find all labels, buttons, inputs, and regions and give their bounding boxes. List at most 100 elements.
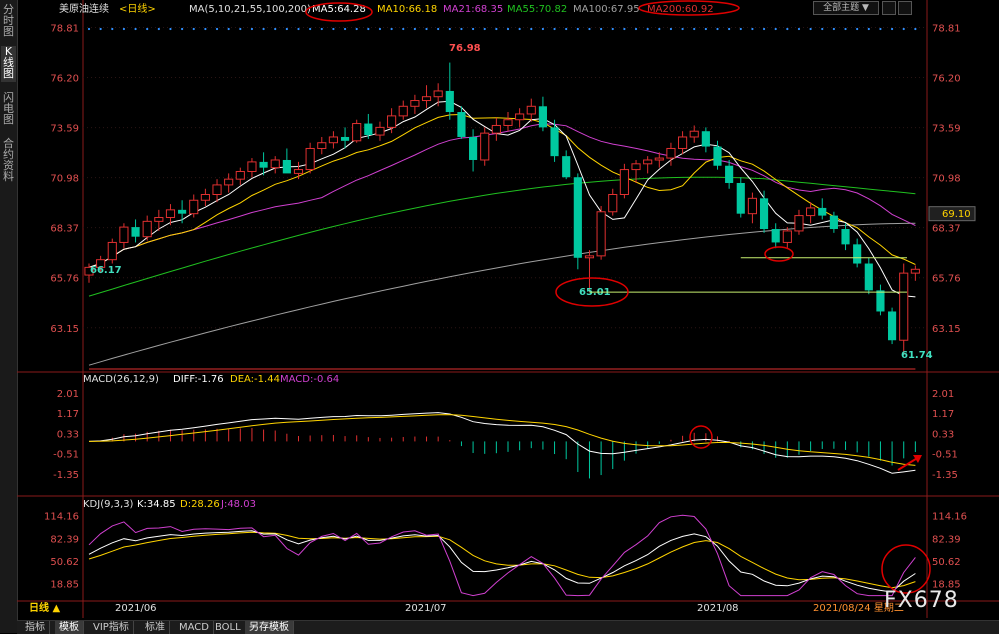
tab-templates[interactable]: 模板	[55, 621, 84, 634]
marker-dot	[762, 27, 766, 31]
candle-body	[375, 126, 385, 136]
candle-body	[189, 199, 199, 215]
tab-vip-indicators[interactable]: VIP指标	[89, 621, 134, 634]
marker-dot	[832, 27, 835, 31]
marker-dot	[541, 27, 545, 31]
marker-dot	[844, 27, 847, 31]
candle-body	[562, 156, 571, 178]
candle-body	[212, 184, 222, 196]
maximize-icon[interactable]	[898, 1, 912, 15]
marker-dot	[611, 27, 614, 31]
macd-tick-right: -1.35	[932, 470, 958, 481]
macd-tick-right: -0.51	[932, 450, 958, 461]
price-tick-left: 65.76	[50, 274, 79, 285]
marker-dot	[890, 27, 894, 31]
marker-dot	[332, 27, 335, 31]
candle-body	[142, 220, 152, 238]
marker-dot	[879, 27, 882, 31]
candle-body	[247, 161, 257, 172]
candle-body	[899, 272, 909, 341]
marker-dot	[902, 27, 905, 31]
kdj-k-line	[88, 530, 916, 593]
chevron-down-icon: ▼	[861, 3, 869, 13]
tab-contract-info[interactable]: 合约资料	[1, 138, 16, 186]
candle-body	[410, 100, 420, 107]
candle-body	[165, 209, 176, 219]
candle-body	[701, 131, 710, 147]
candle-body	[270, 159, 280, 169]
marker-dot	[658, 27, 661, 31]
price-tick-left: 73.59	[50, 124, 79, 135]
macd-dea-line	[88, 414, 916, 466]
macd-tick-right: 0.33	[932, 429, 954, 440]
candle-body	[818, 207, 827, 216]
macd-tick-left: 1.17	[57, 409, 79, 420]
kdj-header: KDJ(9,3,3)	[83, 499, 134, 510]
price-tick-right: 70.98	[932, 174, 961, 185]
x-label-july: 2021/07	[405, 603, 447, 614]
period-button[interactable]: 日线 ▲	[29, 601, 60, 614]
marker-dot	[390, 27, 393, 31]
marker-dot	[87, 27, 91, 31]
candle-body	[364, 123, 373, 136]
header-symbol: 美原油连续	[59, 2, 109, 15]
candle-body	[910, 268, 920, 274]
tab-save-template[interactable]: 另存模板	[245, 621, 294, 634]
candle-body	[457, 112, 466, 137]
marker-dot	[856, 27, 859, 31]
header-period: <日线>	[119, 2, 156, 15]
marker-dot	[576, 27, 579, 31]
price-tick-left: 70.98	[50, 174, 79, 185]
marker-dot	[157, 27, 160, 31]
price-tick-right: 63.15	[932, 324, 961, 335]
tab-macd[interactable]: MACD	[175, 621, 214, 634]
candle-body	[608, 194, 618, 213]
current-price-label: 69.10	[942, 209, 971, 220]
ma10-label: MA10:66.18	[377, 4, 437, 15]
price-tick-left: 63.15	[50, 324, 79, 335]
restore-icon[interactable]	[882, 1, 896, 15]
marker-dot	[728, 27, 731, 31]
candle-body	[131, 227, 140, 237]
candle-body	[224, 178, 234, 186]
ma5-label: MA5:64.28	[312, 4, 366, 15]
candle-body	[491, 124, 501, 134]
marker-dot	[437, 27, 440, 31]
macd-tick-right: 1.17	[932, 409, 954, 420]
marker-dot	[297, 27, 300, 31]
marker-dot	[413, 27, 416, 31]
tab-boll[interactable]: BOLL	[211, 621, 246, 634]
theme-label: 全部主题	[823, 3, 860, 13]
candle-body	[235, 170, 245, 180]
marker-dot	[111, 27, 114, 31]
candle-body	[445, 90, 454, 113]
marker-dot	[553, 27, 556, 31]
candle-body	[689, 130, 699, 138]
macd-tick-left: -0.51	[53, 450, 79, 461]
candle-body	[596, 211, 606, 257]
marker-dot	[739, 27, 742, 31]
candle-body	[853, 244, 862, 264]
candle-body	[725, 165, 734, 183]
tab-timeshare[interactable]: 分时图	[1, 4, 16, 40]
marker-dot	[634, 27, 638, 31]
watermark: FX678	[884, 588, 959, 613]
marker-dot	[169, 27, 172, 31]
candle-body	[293, 169, 304, 174]
marker-dot	[99, 27, 102, 31]
marker-dot	[751, 27, 754, 31]
candle-body	[829, 215, 838, 230]
ma21-label: MA21:68.35	[443, 4, 503, 15]
x-label-june: 2021/06	[115, 603, 157, 614]
tab-standard[interactable]: 标准	[141, 621, 170, 634]
tab-flash[interactable]: 闪电图	[1, 92, 16, 128]
marker-dot	[309, 27, 312, 31]
kdj-tick-left: 50.62	[50, 557, 79, 568]
theme-select[interactable]: 全部主题 ▼	[813, 1, 879, 15]
tab-kline[interactable]: K线图	[1, 46, 16, 82]
marker-dot	[239, 27, 242, 31]
indicator-tab-bar: 指标 模板 VIP指标 标准 MACD BOLL 另存模板	[17, 620, 999, 634]
low-annotation: 61.74	[901, 350, 933, 361]
kline-chart[interactable]: 78.81 78.81 76.20 76.20 73.59 73.59 70.98 70.98…	[17, 0, 999, 633]
tab-indicators[interactable]: 指标	[21, 621, 50, 634]
